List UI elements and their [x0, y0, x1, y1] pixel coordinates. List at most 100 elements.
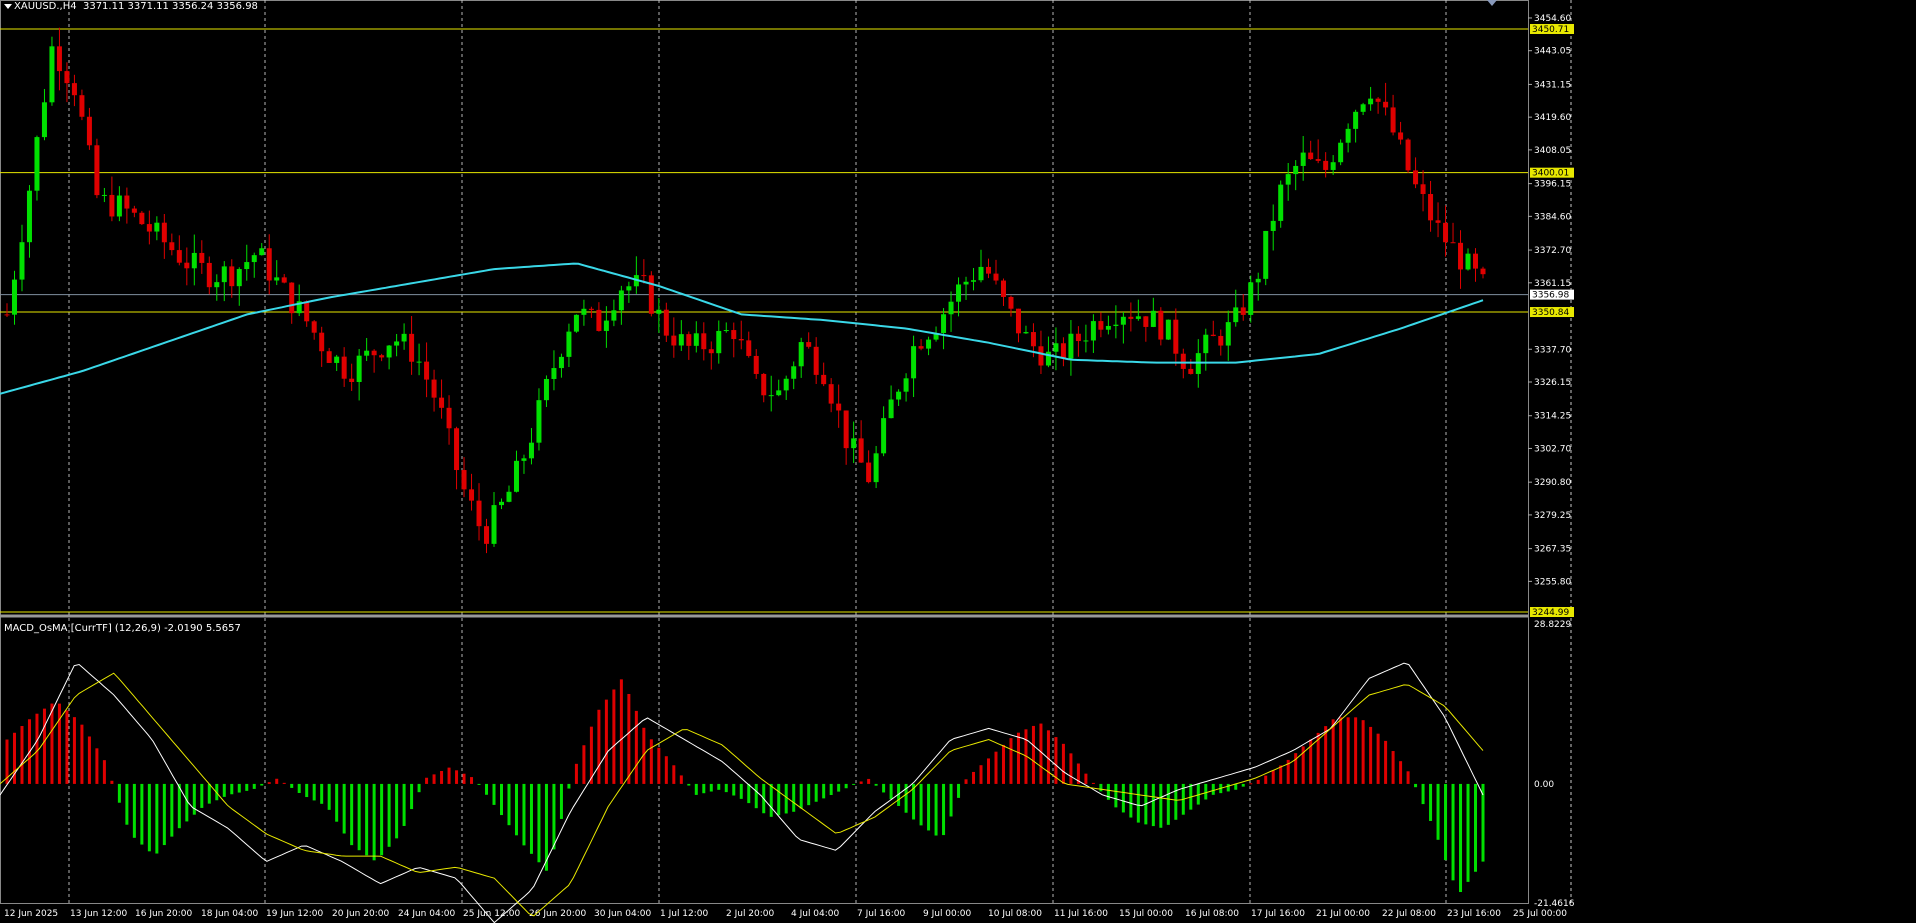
- osma-histogram-bar: [822, 783, 826, 799]
- osma-histogram-bar: [1361, 720, 1365, 784]
- osma-histogram-bar: [732, 783, 736, 796]
- osma-histogram-bar: [1264, 775, 1268, 784]
- osma-histogram-bar: [1406, 771, 1410, 784]
- osma-histogram-bar: [1346, 717, 1350, 784]
- osma-histogram-bar: [844, 783, 848, 789]
- x-tick-label: 24 Jun 04:00: [398, 909, 455, 919]
- osma-histogram-bar: [987, 758, 991, 784]
- bear-candle: [738, 339, 744, 341]
- bear-candle: [4, 314, 10, 316]
- osma-histogram-bar: [957, 783, 961, 798]
- bull-candle: [1353, 111, 1359, 129]
- osma-histogram-bar: [747, 783, 751, 804]
- osma-histogram-bar: [432, 774, 436, 784]
- y-tick-label: 3408.05: [1534, 146, 1571, 156]
- bull-candle: [244, 262, 250, 270]
- bull-candle: [191, 252, 197, 269]
- y-tick-label: 3419.60: [1534, 113, 1571, 123]
- bull-candle: [251, 255, 257, 263]
- osma-histogram-bar: [612, 689, 616, 784]
- symbol-menu-triangle-icon[interactable]: [4, 4, 12, 9]
- bear-candle: [109, 194, 115, 217]
- bear-candle: [446, 407, 452, 429]
- osma-histogram-bar: [679, 775, 683, 784]
- osma-histogram-bar: [672, 765, 676, 784]
- osma-histogram-bar: [784, 783, 788, 814]
- y-tick-label: 3302.70: [1534, 444, 1571, 454]
- osma-histogram-bar: [942, 783, 946, 836]
- x-tick-label: 19 Jun 12:00: [266, 909, 323, 919]
- bear-candle: [836, 403, 842, 411]
- x-tick-label: 21 Jul 00:00: [1316, 909, 1370, 919]
- bull-candle: [334, 356, 340, 363]
- bear-candle: [918, 346, 924, 349]
- osma-histogram-bar: [387, 783, 391, 847]
- bear-candle: [1143, 316, 1149, 327]
- y-tick-label: 3454.60: [1534, 14, 1571, 24]
- osma-histogram-bar: [162, 783, 166, 846]
- bull-candle: [948, 301, 954, 315]
- bear-candle: [56, 46, 62, 72]
- osma-histogram-bar: [1481, 783, 1485, 862]
- bear-candle: [1000, 280, 1006, 297]
- osma-histogram-bar: [140, 783, 144, 845]
- osma-histogram-bar: [357, 783, 361, 851]
- osma-histogram-bar: [200, 783, 204, 808]
- bear-candle: [1315, 159, 1321, 161]
- osma-histogram-bar: [597, 709, 601, 784]
- y-tick-label: 3267.35: [1534, 545, 1571, 555]
- bull-candle: [1338, 142, 1344, 163]
- bear-candle: [79, 95, 85, 117]
- osma-histogram-bar: [372, 783, 376, 861]
- x-tick-label: 9 Jul 00:00: [923, 909, 972, 919]
- osma-histogram-bar: [470, 777, 474, 784]
- bear-candle: [311, 321, 317, 333]
- bull-candle: [1248, 282, 1254, 315]
- osc-y-tick-label: -21.4616: [1534, 899, 1575, 909]
- bull-candle: [1135, 316, 1141, 319]
- osma-histogram-bar: [927, 783, 931, 831]
- osma-histogram-bar: [949, 783, 953, 817]
- bull-candle: [656, 309, 662, 314]
- bear-candle: [424, 361, 430, 380]
- osma-histogram-bar: [619, 679, 623, 784]
- osma-histogram-bar: [492, 783, 496, 805]
- bull-candle: [603, 320, 609, 331]
- bear-candle: [64, 71, 70, 84]
- bear-candle: [1008, 296, 1014, 309]
- osma-histogram-bar: [350, 783, 354, 846]
- x-tick-label: 30 Jun 04:00: [594, 909, 651, 919]
- bull-candle: [536, 400, 542, 443]
- y-tick-label: 3279.25: [1534, 511, 1571, 521]
- osma-histogram-bar: [125, 783, 129, 825]
- osma-histogram-bar: [267, 782, 271, 784]
- bull-candle: [1203, 334, 1209, 354]
- osma-histogram-bar: [874, 783, 878, 786]
- y-tick-label: 3431.15: [1534, 80, 1571, 90]
- y-tick-label: 3337.70: [1534, 345, 1571, 355]
- osma-histogram-bar: [634, 710, 638, 784]
- bull-candle: [903, 378, 909, 392]
- osma-histogram-bar: [1226, 783, 1230, 792]
- osma-histogram-bar: [1429, 783, 1433, 821]
- bear-candle: [461, 470, 467, 490]
- bull-candle: [1023, 332, 1029, 334]
- symbol-title: XAUUSD.,H4 3371.11 3371.11 3356.24 3356.…: [14, 1, 258, 12]
- bear-candle: [641, 275, 647, 277]
- x-tick-label: 20 Jun 20:00: [332, 909, 389, 919]
- bull-candle: [528, 442, 534, 459]
- x-tick-label: 16 Jun 20:00: [135, 909, 192, 919]
- bear-candle: [1210, 334, 1216, 336]
- bull-candle: [1113, 324, 1119, 326]
- bear-candle: [1218, 335, 1224, 346]
- osma-histogram-bar: [222, 783, 226, 797]
- osma-histogram-bar: [867, 778, 871, 784]
- osma-histogram-bar: [1271, 770, 1275, 784]
- osma-histogram-bar: [687, 783, 691, 786]
- osma-histogram-bar: [1001, 744, 1005, 784]
- x-tick-label: 26 Jun 20:00: [529, 909, 586, 919]
- osma-histogram-bar: [972, 771, 976, 784]
- bear-candle: [371, 350, 377, 356]
- chart-svg: 12 Jun 2025 13 Jun 12:00 16 Jun 20:00 18 Ju…: [0, 0, 1916, 923]
- osma-histogram-bar: [1069, 753, 1073, 784]
